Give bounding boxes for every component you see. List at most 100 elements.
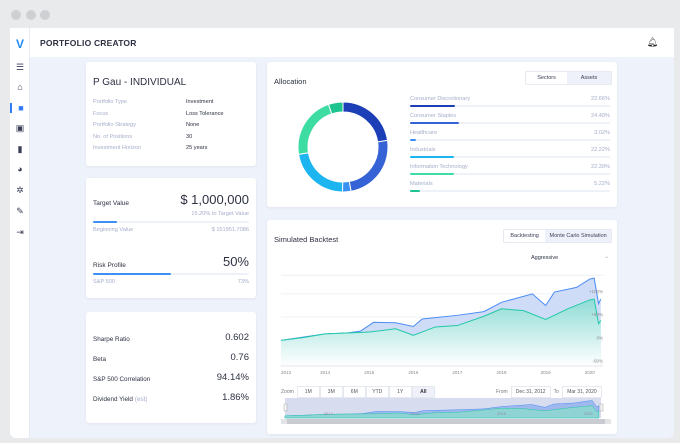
app-window: V ☰ ⌂ ■ ▣ ▮ ◕ ✲ ✎ ⇥ PORTFOLIO CREATOR 🔔︎… (10, 28, 674, 438)
allocation-bar (410, 122, 610, 124)
stat-value: 0.602 (225, 332, 249, 343)
gear-icon[interactable]: ✲ (10, 185, 30, 196)
zoom-button[interactable]: 1M (296, 386, 320, 398)
navigator-label: 2016 (410, 411, 420, 416)
from-label: From (496, 389, 508, 395)
navigator-label: 2018 (497, 411, 507, 416)
allocation-value: 22.22% (591, 147, 610, 153)
zoom-button[interactable]: 6M (342, 386, 366, 398)
tab-assets[interactable]: Assets (567, 72, 611, 84)
allocation-item[interactable]: Healthcare 3.02% (410, 130, 610, 144)
to-date-input[interactable]: Mar 31, 2020 (561, 386, 602, 398)
x-tick-label: 2016 (408, 370, 419, 375)
x-tick-label: 2020 (585, 370, 596, 375)
stat-label-text: Dividend Yield (93, 396, 133, 403)
risk-label: Risk Profile (93, 262, 126, 269)
x-tick-label: 2013 (281, 370, 292, 375)
target-card: Target Value $ 1,000,000 15.20% to Targe… (86, 178, 256, 298)
allocation-card: Allocation Sectors Assets Consumer Discr… (267, 62, 617, 207)
y-tick-label: -50% (592, 359, 603, 364)
allocation-bar (410, 105, 610, 107)
target-value: $ 1,000,000 (180, 192, 249, 207)
navigator-label: 2014 (324, 411, 334, 416)
stat-label-suffix: (est) (134, 396, 148, 403)
allocation-value: 24.49% (591, 113, 610, 119)
allocation-item[interactable]: Industrials 22.22% (410, 147, 610, 161)
strategy-dropdown[interactable]: Aggressive ⌄ (531, 254, 609, 265)
stats-card: Sharpe Ratio 0.602 Beta 0.76 S&P 500 Correla… (86, 312, 256, 423)
allocation-value: 22.39% (591, 164, 610, 170)
scrollbar-thumb[interactable] (287, 419, 605, 424)
y-tick-label: 0% (596, 335, 603, 340)
allocation-item[interactable]: Consumer Discretionary 22.66% (410, 96, 610, 110)
zoom-button[interactable]: YTD (365, 386, 389, 398)
date-range: From Dec 31, 2012 To Mar 31, 2020 (496, 386, 602, 398)
bell-icon[interactable]: 🔔︎ (647, 37, 658, 48)
portfolio-icon[interactable]: ■ (10, 103, 30, 113)
logout-icon[interactable]: ⇥ (10, 227, 30, 238)
backtest-title: Simulated Backtest (274, 235, 339, 244)
stat-value: 1.86% (222, 392, 249, 403)
profile-field: Investment Horizon 25 years (93, 145, 249, 155)
from-date-input[interactable]: Dec 31, 2012 (510, 386, 551, 398)
tab-backtesting[interactable]: Backtesting (504, 230, 545, 242)
allocation-donut (297, 101, 389, 193)
field-value: None (186, 122, 200, 128)
home-icon[interactable]: ⌂ (10, 82, 30, 92)
window-close-dot[interactable] (11, 10, 21, 20)
navigator-handle[interactable] (599, 403, 604, 412)
allocation-name: Materials (410, 181, 433, 187)
zoom-controls: Zoom 1M 3M 6M YTD 1Y All (281, 386, 435, 398)
stat-label-text: Sharpe Ratio (93, 336, 130, 343)
bar-chart-icon[interactable]: ▮ (10, 144, 30, 155)
stat-label: S&P 500 Correlation (93, 376, 150, 383)
allocation-item[interactable]: Materials 5.22% (410, 181, 610, 195)
x-tick-label: 2019 (541, 370, 552, 375)
donut-slice[interactable] (342, 101, 389, 143)
stat-label-text: S&P 500 Correlation (93, 376, 151, 383)
tab-sectors[interactable]: Sectors (526, 72, 567, 84)
allocation-item[interactable]: Consumer Staples 24.49% (410, 113, 610, 127)
stat-row: Dividend Yield (est) 1.86% (93, 392, 249, 406)
backtest-card: Simulated Backtest Backtesting Monte Car… (267, 220, 617, 434)
profile-card: P Gau - INDIVIDUAL Portfolio Type Investm… (86, 62, 256, 166)
tab-monte-carlo[interactable]: Monte Carlo Simulation (545, 230, 611, 242)
wrench-icon[interactable]: ✎ (10, 206, 30, 217)
donut-slice[interactable] (297, 103, 333, 155)
y-tick-label: +100% (589, 289, 603, 294)
allocation-item[interactable]: Information Technology 22.39% (410, 164, 610, 178)
sp500-value: 73% (237, 279, 249, 285)
donut-slice[interactable] (348, 139, 389, 192)
contacts-icon[interactable]: ▣ (10, 123, 30, 134)
risk-value: 50% (222, 254, 249, 269)
allocation-bar (410, 190, 610, 192)
allocation-title: Allocation (274, 77, 307, 86)
chart-navigator[interactable]: 2014 2016 2018 2020 (281, 398, 611, 426)
backtest-chart: 2013 2014 2015 2016 2017 2018 2019 2020 +100% +50… (280, 274, 603, 375)
window-maximize-dot[interactable] (40, 10, 50, 20)
pie-chart-icon[interactable]: ◕ (10, 164, 30, 174)
page-title: PORTFOLIO CREATOR (40, 38, 137, 48)
zoom-button[interactable]: 3M (319, 386, 343, 398)
field-label: Portfolio Strategy (93, 122, 136, 128)
backtest-tabs: Backtesting Monte Carlo Simulation (503, 229, 612, 243)
menu-icon[interactable]: ☰ (10, 62, 30, 73)
profile-field: Portfolio Strategy None (93, 122, 249, 132)
x-tick-label: 2015 (364, 370, 375, 375)
target-progress-bar (93, 221, 249, 223)
sp500-label: S&P 500 (93, 279, 115, 285)
field-label: Portfolio Type (93, 99, 128, 105)
zoom-button[interactable]: 1Y (388, 386, 412, 398)
donut-slice[interactable] (298, 152, 344, 193)
allocation-name: Industrials (410, 147, 436, 153)
donut-slice[interactable] (327, 101, 344, 115)
navigator-handle[interactable] (283, 403, 288, 412)
donut-slice[interactable] (342, 180, 352, 193)
zoom-button[interactable]: All (411, 386, 435, 398)
navigator-label: 2020 (584, 411, 594, 416)
profile-field: Portfolio Type Investment (93, 99, 249, 109)
window-minimize-dot[interactable] (26, 10, 36, 20)
logo[interactable]: V (10, 37, 30, 51)
stat-label-text: Beta (93, 356, 106, 363)
x-tick-label: 2017 (452, 370, 463, 375)
